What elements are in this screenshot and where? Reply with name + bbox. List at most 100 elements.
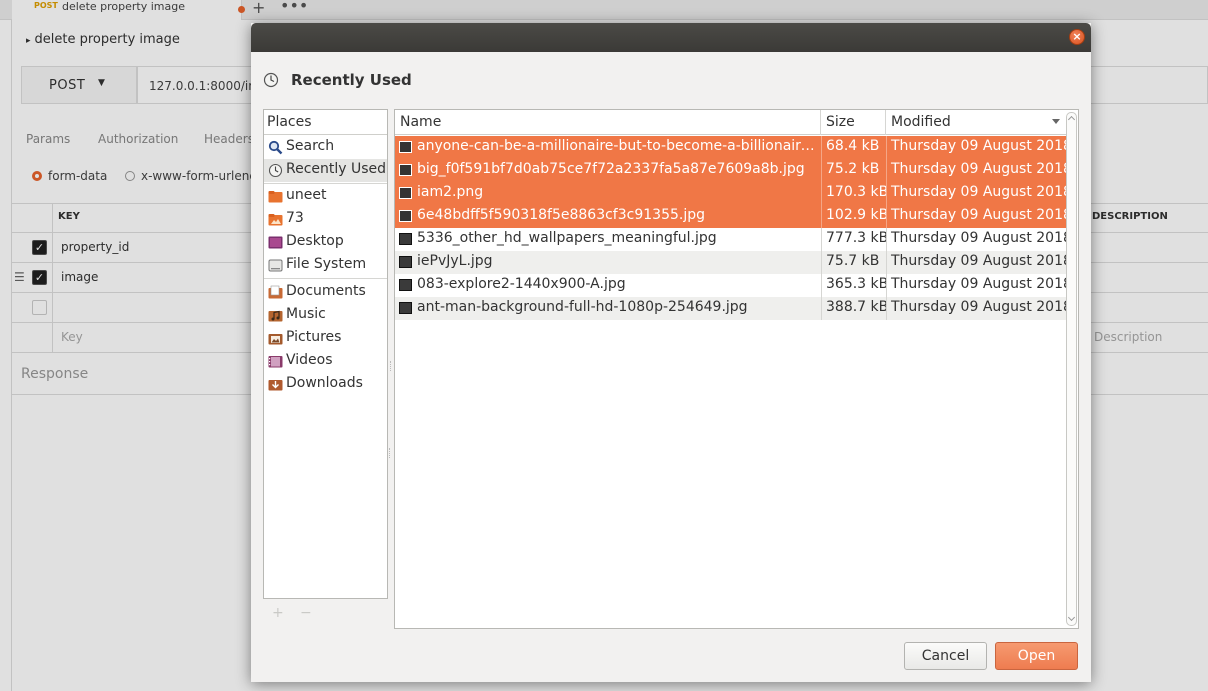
file-modified: Thursday 09 August 2018 xyxy=(891,230,1067,246)
file-row[interactable]: big_f0f591bf7d0ab75ce7f72a2337fa5a87e760… xyxy=(395,159,1067,182)
file-modified-cell: Thursday 09 August 2018 xyxy=(886,136,1067,159)
file-modified: Thursday 09 August 2018 xyxy=(891,138,1067,154)
sidebar-item-downloads[interactable]: Downloads xyxy=(264,373,387,396)
sidebar-item-73[interactable]: 73 xyxy=(264,208,387,231)
file-modified-cell: Thursday 09 August 2018 xyxy=(886,182,1067,205)
column-header-modified-label: Modified xyxy=(891,114,951,130)
sidebar-item-label: Desktop xyxy=(286,233,344,249)
sidebar-item-home[interactable]: uneet xyxy=(264,185,387,208)
vertical-scrollbar[interactable] xyxy=(1066,112,1077,626)
image-file-icon xyxy=(399,164,412,176)
places-header-label: Places xyxy=(267,114,312,130)
file-name-cell: 5336_other_hd_wallpapers_meaningful.jpg xyxy=(395,228,821,251)
sidebar-item-music[interactable]: Music xyxy=(264,304,387,327)
image-file-icon xyxy=(399,233,412,245)
sort-descending-icon xyxy=(1052,119,1060,124)
file-name: iePvJyL.jpg xyxy=(417,253,493,269)
column-header-name[interactable]: Name xyxy=(395,110,821,135)
file-name-cell: iePvJyL.jpg xyxy=(395,251,821,274)
open-button[interactable]: Open xyxy=(995,642,1078,670)
sidebar-separator xyxy=(264,278,387,279)
sidebar-item-desktop[interactable]: Desktop xyxy=(264,231,387,254)
image-file-icon xyxy=(399,187,412,199)
file-modified: Thursday 09 August 2018 xyxy=(891,184,1067,200)
image-file-icon xyxy=(399,256,412,268)
scroll-down-icon[interactable] xyxy=(1067,613,1076,622)
recent-icon xyxy=(263,72,279,88)
recent-icon xyxy=(268,163,283,178)
sidebar-item-file-system[interactable]: File System xyxy=(264,254,387,277)
file-row[interactable]: 6e48bdff5f590318f5e8863cf3c91355.jpg 102.… xyxy=(395,205,1067,228)
sidebar-item-recently-used[interactable]: Recently Used xyxy=(264,159,387,182)
file-size-cell: 75.2 kB xyxy=(821,159,886,182)
file-modified-cell: Thursday 09 August 2018 xyxy=(886,205,1067,228)
file-size-cell: 388.7 kB xyxy=(821,297,886,320)
file-row[interactable]: anyone-can-be-a-millionaire-but-to-becom… xyxy=(395,136,1067,159)
folder-icon xyxy=(268,214,283,226)
music-icon xyxy=(268,310,283,322)
pane-resize-grip[interactable] xyxy=(389,448,392,458)
add-bookmark-button[interactable]: + xyxy=(272,605,284,621)
close-icon[interactable]: × xyxy=(1069,29,1085,45)
file-modified-cell: Thursday 09 August 2018 xyxy=(886,251,1067,274)
pictures-icon xyxy=(268,334,283,345)
sidebar-separator xyxy=(264,183,387,184)
column-header-modified[interactable]: Modified xyxy=(886,110,1067,135)
file-chooser-dialog: × Recently Used Places Search Recently U… xyxy=(251,23,1091,682)
file-row[interactable]: ant-man-background-full-hd-1080p-254649.… xyxy=(395,297,1067,320)
sidebar-item-label: Downloads xyxy=(286,375,363,391)
drive-icon xyxy=(268,259,283,272)
sidebar-item-search[interactable]: Search xyxy=(264,136,387,159)
file-row[interactable]: 5336_other_hd_wallpapers_meaningful.jpg 7… xyxy=(395,228,1067,251)
dialog-titlebar[interactable]: × xyxy=(251,23,1091,52)
image-file-icon xyxy=(399,279,412,291)
file-size-cell: 777.3 kB xyxy=(821,228,886,251)
file-modified: Thursday 09 August 2018 xyxy=(891,207,1067,223)
file-size-cell: 102.9 kB xyxy=(821,205,886,228)
file-name: big_f0f591bf7d0ab75ce7f72a2337fa5a87e760… xyxy=(417,161,805,177)
file-modified: Thursday 09 August 2018 xyxy=(891,161,1067,177)
file-size: 75.7 kB xyxy=(826,253,880,269)
file-modified-cell: Thursday 09 August 2018 xyxy=(886,159,1067,182)
file-size: 102.9 kB xyxy=(826,207,886,223)
sidebar-item-pictures[interactable]: Pictures xyxy=(264,327,387,350)
remove-bookmark-button[interactable]: − xyxy=(300,605,312,621)
file-name-cell: big_f0f591bf7d0ab75ce7f72a2337fa5a87e760… xyxy=(395,159,821,182)
file-modified: Thursday 09 August 2018 xyxy=(891,276,1067,292)
file-name: iam2.png xyxy=(417,184,484,200)
pane-resize-grip[interactable] xyxy=(390,361,393,371)
file-name-cell: 083-explore2-1440x900-A.jpg xyxy=(395,274,821,297)
file-modified-cell: Thursday 09 August 2018 xyxy=(886,274,1067,297)
scroll-up-icon[interactable] xyxy=(1067,115,1076,124)
desktop-icon xyxy=(268,236,283,249)
file-size: 68.4 kB xyxy=(826,138,880,154)
sidebar-item-videos[interactable]: Videos xyxy=(264,350,387,373)
file-size-cell: 75.7 kB xyxy=(821,251,886,274)
file-row[interactable]: 083-explore2-1440x900-A.jpg 365.3 kB Thurs… xyxy=(395,274,1067,297)
file-name-cell: ant-man-background-full-hd-1080p-254649.… xyxy=(395,297,821,320)
sidebar-item-label: Videos xyxy=(286,352,333,368)
column-header-name-label: Name xyxy=(400,114,442,130)
home-folder-icon xyxy=(268,191,283,203)
file-size-cell: 68.4 kB xyxy=(821,136,886,159)
sidebar-item-label: 73 xyxy=(286,210,304,226)
sidebar-item-label: Music xyxy=(286,306,326,322)
documents-icon xyxy=(268,285,283,299)
file-list: Name Size Modified anyone-can-be-a-milli… xyxy=(389,109,1079,629)
file-row[interactable]: iam2.png 170.3 kB Thursday 09 August 2018 xyxy=(395,182,1067,205)
file-row[interactable]: iePvJyL.jpg 75.7 kB Thursday 09 August 201… xyxy=(395,251,1067,274)
file-size: 365.3 kB xyxy=(826,276,886,292)
file-size-cell: 365.3 kB xyxy=(821,274,886,297)
file-size: 170.3 kB xyxy=(826,184,886,200)
column-header-size[interactable]: Size xyxy=(821,110,886,135)
location-label: Recently Used xyxy=(291,71,412,89)
sidebar-item-label: File System xyxy=(286,256,367,272)
image-file-icon xyxy=(399,302,412,314)
sidebar-item-documents[interactable]: Documents xyxy=(264,281,387,304)
sidebar-item-label: Documents xyxy=(286,283,366,299)
file-name-cell: anyone-can-be-a-millionaire-but-to-becom… xyxy=(395,136,821,159)
column-header-size-label: Size xyxy=(826,114,855,130)
file-modified: Thursday 09 August 2018 xyxy=(891,299,1067,315)
cancel-button[interactable]: Cancel xyxy=(904,642,987,670)
places-sidebar: Places Search Recently Used uneet 73 Des… xyxy=(263,109,388,599)
